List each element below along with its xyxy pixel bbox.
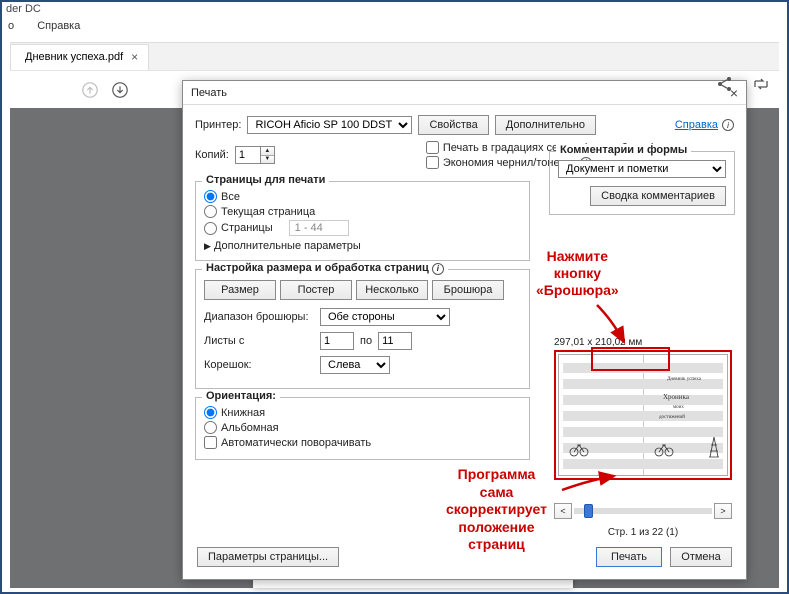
sizing-legend: Настройка размера и обработка страниц i <box>202 262 448 275</box>
document-tabbar: Дневник успеха.pdf × <box>10 42 779 70</box>
preview-dimensions: 297,01 x 210,02 мм <box>554 337 732 348</box>
menubar: о Справка <box>2 20 787 38</box>
print-button[interactable]: Печать <box>596 547 662 567</box>
sheets-to-label: по <box>360 335 372 347</box>
pages-legend: Страницы для печати <box>202 174 329 186</box>
radio-current-page[interactable]: Текущая страница <box>204 205 521 218</box>
printer-label: Принтер: <box>195 119 241 131</box>
dialog-title: Печать <box>191 81 227 105</box>
share-icon[interactable] <box>715 74 735 94</box>
properties-button[interactable]: Свойства <box>418 115 488 135</box>
replace-icon[interactable] <box>751 74 771 94</box>
copies-label: Копий: <box>195 149 229 161</box>
sheets-from-input[interactable] <box>320 332 354 350</box>
menu-item[interactable]: о <box>8 20 14 32</box>
preview-highlight: Дневник успеха Хроника моих достижений <box>554 350 732 480</box>
spin-down-icon[interactable]: ▼ <box>261 156 274 164</box>
print-preview: Дневник успеха Хроника моих достижений <box>558 354 728 476</box>
comments-legend: Комментарии и формы <box>556 144 691 156</box>
booklet-button[interactable]: Брошюра <box>432 280 504 300</box>
inksave-checkbox[interactable] <box>426 156 439 169</box>
info-icon[interactable]: i <box>722 119 734 131</box>
sheets-from-label: Листы с <box>204 335 314 347</box>
preview-text: Дневник успеха <box>667 377 701 382</box>
document-tab[interactable]: Дневник успеха.pdf × <box>10 44 149 70</box>
booklet-range-label: Диапазон брошюры: <box>204 311 314 323</box>
preview-text: достижений <box>659 415 685 420</box>
grayscale-checkbox[interactable] <box>426 141 439 154</box>
slider-track[interactable] <box>574 508 712 514</box>
more-params-link[interactable]: Дополнительные параметры <box>214 240 361 252</box>
multiple-button[interactable]: Несколько <box>356 280 428 300</box>
download-icon[interactable] <box>110 80 130 100</box>
info-icon[interactable]: i <box>432 263 444 275</box>
preview-text: моих <box>673 405 684 410</box>
eiffel-tower-icon <box>707 435 721 459</box>
radio-all-pages[interactable]: Все <box>204 190 521 203</box>
summarize-comments-button[interactable]: Сводка комментариев <box>590 186 726 206</box>
binding-label: Корешок: <box>204 359 314 371</box>
radio-portrait[interactable]: Книжная <box>204 406 521 419</box>
radio-page-range[interactable]: Страницы 1 - 44 <box>204 220 521 236</box>
annotation-autoadjust: Программа сама скорректирует положение с… <box>446 466 547 554</box>
expand-arrow-icon[interactable]: ▶ <box>204 241 211 251</box>
app-title: der DC <box>6 3 41 15</box>
cancel-button[interactable]: Отмена <box>670 547 732 567</box>
orientation-legend: Ориентация: <box>202 390 280 402</box>
pages-to-print-group: Страницы для печати Все Текущая страница… <box>195 181 530 261</box>
help-link[interactable]: Справка <box>675 119 718 131</box>
page-sizing-group: Настройка размера и обработка страниц i … <box>195 269 530 389</box>
sheets-to-input[interactable] <box>378 332 412 350</box>
page-range-hint: 1 - 44 <box>289 220 349 236</box>
binding-select[interactable]: Слева <box>320 356 390 374</box>
prev-page-button[interactable]: < <box>554 503 572 519</box>
preview-page-indicator: Стр. 1 из 22 (1) <box>554 527 732 538</box>
printer-select[interactable]: RICOH Aficio SP 100 DDST <box>247 116 412 134</box>
orientation-group: Ориентация: Книжная Альбомная Автоматиче… <box>195 397 530 460</box>
slider-thumb[interactable] <box>584 504 593 518</box>
next-page-button[interactable]: > <box>714 503 732 519</box>
advanced-button[interactable]: Дополнительно <box>495 115 596 135</box>
bicycle-icon <box>654 439 674 457</box>
preview-text: Хроника <box>663 393 689 401</box>
menu-item[interactable]: Справка <box>37 20 80 32</box>
comments-forms-group: Комментарии и формы Документ и пометки С… <box>549 151 735 215</box>
close-tab-icon[interactable]: × <box>131 50 138 64</box>
annotation-press-brochure: Нажмите кнопку «Брошюра» <box>536 248 619 298</box>
autorotate-checkbox-row[interactable]: Автоматически поворачивать <box>204 436 521 449</box>
upload-icon[interactable] <box>80 80 100 100</box>
poster-button[interactable]: Постер <box>280 280 352 300</box>
radio-landscape[interactable]: Альбомная <box>204 421 521 434</box>
comments-select[interactable]: Документ и пометки <box>558 160 726 178</box>
copies-spinner[interactable]: ▲▼ <box>235 146 275 164</box>
copies-input[interactable] <box>236 147 260 163</box>
bicycle-icon <box>569 439 589 457</box>
booklet-range-select[interactable]: Обе стороны <box>320 308 450 326</box>
page-setup-button[interactable]: Параметры страницы... <box>197 547 339 567</box>
spin-up-icon[interactable]: ▲ <box>261 147 274 156</box>
document-tab-label: Дневник успеха.pdf <box>25 51 123 63</box>
preview-page-slider[interactable]: < > <box>554 503 732 519</box>
size-button[interactable]: Размер <box>204 280 276 300</box>
